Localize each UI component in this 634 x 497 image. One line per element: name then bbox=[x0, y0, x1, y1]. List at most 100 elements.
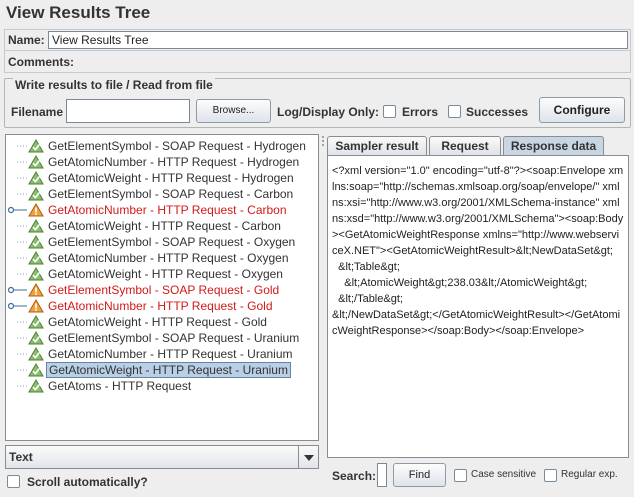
filename-input[interactable] bbox=[66, 99, 190, 123]
log-display-label: Log/Display Only: bbox=[277, 105, 380, 119]
tree-line-icon bbox=[7, 187, 27, 201]
tree-item[interactable]: GetAtomicNumber - HTTP Request - Carbon bbox=[6, 202, 316, 218]
success-check-icon bbox=[28, 267, 44, 281]
tree-item-label: GetElementSymbol - SOAP Request - Carbon bbox=[48, 187, 294, 201]
success-check-icon bbox=[28, 363, 44, 377]
tree-item-label: GetAtomicWeight - HTTP Request - Oxygen bbox=[48, 267, 283, 281]
tree-item[interactable]: GetElementSymbol - SOAP Request - Carbon bbox=[6, 186, 316, 202]
success-check-icon bbox=[28, 171, 44, 185]
window-title: View Results Tree bbox=[6, 3, 151, 22]
find-button[interactable]: Find bbox=[393, 463, 446, 487]
search-row: Search: Find Case sensitive Regular exp. bbox=[327, 461, 629, 491]
tree-item-label: GetAtomicWeight - HTTP Request - Hydroge… bbox=[48, 171, 294, 185]
tree-item[interactable]: GetAtomicNumber - HTTP Request - Hydroge… bbox=[6, 154, 316, 170]
tree-item-label: GetAtomicNumber - HTTP Request - Uranium bbox=[48, 347, 293, 361]
tree-line-icon bbox=[7, 171, 27, 185]
tree-item-label: GetAtomicNumber - HTTP Request - Oxygen bbox=[48, 251, 289, 265]
regular-exp-checkbox[interactable] bbox=[544, 469, 557, 482]
tree-line-icon bbox=[7, 331, 27, 345]
chevron-down-icon[interactable] bbox=[298, 446, 318, 468]
case-sensitive-checkbox[interactable] bbox=[454, 469, 467, 482]
tree-line-icon bbox=[7, 139, 27, 153]
errors-label[interactable]: Errors bbox=[402, 105, 438, 119]
success-check-icon bbox=[28, 219, 44, 233]
tree-item-label: GetAtomicNumber - HTTP Request - Carbon bbox=[48, 203, 287, 217]
tree-line-icon bbox=[7, 235, 27, 249]
case-sensitive-label[interactable]: Case sensitive bbox=[471, 469, 536, 480]
scroll-automatically-label[interactable]: Scroll automatically? bbox=[27, 475, 148, 489]
search-label: Search: bbox=[332, 469, 377, 483]
results-tree[interactable]: GetElementSymbol - SOAP Request - Hydrog… bbox=[5, 134, 319, 441]
tree-item[interactable]: GetElementSymbol - SOAP Request - Gold bbox=[6, 282, 316, 298]
tree-line-icon bbox=[7, 267, 27, 281]
successes-label[interactable]: Successes bbox=[466, 105, 528, 119]
tree-item-label: GetAtomicNumber - HTTP Request - Gold bbox=[48, 299, 273, 313]
tree-item[interactable]: GetAtomicNumber - HTTP Request - Uranium bbox=[6, 346, 316, 362]
tree-item[interactable]: GetAtoms - HTTP Request bbox=[6, 378, 316, 394]
success-check-icon bbox=[28, 187, 44, 201]
name-input[interactable] bbox=[48, 31, 628, 49]
tree-line-icon bbox=[7, 315, 27, 329]
success-check-icon bbox=[28, 251, 44, 265]
tree-line-icon bbox=[7, 219, 27, 233]
configure-button[interactable]: Configure bbox=[539, 97, 625, 123]
success-check-icon bbox=[28, 379, 44, 393]
expand-handle-icon[interactable] bbox=[7, 283, 27, 297]
tab-sampler-result[interactable]: Sampler result bbox=[327, 136, 427, 156]
name-row: Name: bbox=[4, 29, 631, 51]
renderer-select-value: Text bbox=[9, 450, 33, 464]
tree-item-label: GetAtomicWeight - HTTP Request - Carbon bbox=[48, 219, 281, 233]
tree-item[interactable]: GetAtomicNumber - HTTP Request - Oxygen bbox=[6, 250, 316, 266]
warning-icon bbox=[28, 299, 44, 313]
tree-item[interactable]: GetAtomicNumber - HTTP Request - Gold bbox=[6, 298, 316, 314]
scroll-automatically-checkbox[interactable] bbox=[7, 475, 20, 488]
tree-item-label: GetElementSymbol - SOAP Request - Hydrog… bbox=[48, 139, 306, 153]
browse-button[interactable]: Browse... bbox=[196, 99, 271, 123]
tree-item-label: GetElementSymbol - SOAP Request - Uraniu… bbox=[48, 331, 300, 345]
response-data-panel[interactable]: <?xml version="1.0" encoding="utf-8"?><s… bbox=[327, 155, 629, 458]
success-check-icon bbox=[28, 155, 44, 169]
renderer-select[interactable]: Text bbox=[5, 445, 319, 469]
search-input[interactable] bbox=[377, 463, 387, 487]
warning-icon bbox=[28, 203, 44, 217]
regular-exp-label[interactable]: Regular exp. bbox=[561, 469, 618, 480]
tree-item[interactable]: GetElementSymbol - SOAP Request - Oxygen bbox=[6, 234, 316, 250]
file-panel: Write results to file / Read from file F… bbox=[4, 78, 631, 128]
expand-handle-icon[interactable] bbox=[7, 299, 27, 313]
tree-item[interactable]: GetElementSymbol - SOAP Request - Hydrog… bbox=[6, 138, 316, 154]
tree-item-label: GetAtomicNumber - HTTP Request - Hydroge… bbox=[48, 155, 300, 169]
tree-item[interactable]: GetAtomicWeight - HTTP Request - Carbon bbox=[6, 218, 316, 234]
filename-label: Filename bbox=[11, 105, 64, 119]
comments-row: Comments: bbox=[4, 51, 631, 73]
warning-icon bbox=[28, 283, 44, 297]
success-check-icon bbox=[28, 331, 44, 345]
successes-checkbox[interactable] bbox=[448, 105, 461, 118]
tree-item[interactable]: GetAtomicWeight - HTTP Request - Oxygen bbox=[6, 266, 316, 282]
success-check-icon bbox=[28, 235, 44, 249]
tree-item-label: GetAtoms - HTTP Request bbox=[48, 379, 192, 393]
tree-line-icon bbox=[7, 347, 27, 361]
tab-response-data[interactable]: Response data bbox=[503, 136, 604, 156]
name-label: Name: bbox=[8, 33, 45, 47]
tab-request[interactable]: Request bbox=[429, 136, 501, 156]
success-check-icon bbox=[28, 315, 44, 329]
tree-item-label: GetElementSymbol - SOAP Request - Gold bbox=[48, 283, 280, 297]
tree-item[interactable]: GetElementSymbol - SOAP Request - Uraniu… bbox=[6, 330, 316, 346]
success-check-icon bbox=[28, 347, 44, 361]
tree-item[interactable]: GetAtomicWeight - HTTP Request - Gold bbox=[6, 314, 316, 330]
comments-label: Comments: bbox=[8, 55, 75, 69]
errors-checkbox[interactable] bbox=[383, 105, 396, 118]
split-pane-divider[interactable] bbox=[321, 134, 325, 491]
tree-line-icon bbox=[7, 379, 27, 393]
tree-item-label: GetAtomicWeight - HTTP Request - Uranium bbox=[46, 362, 291, 378]
success-check-icon bbox=[28, 139, 44, 153]
tree-line-icon bbox=[7, 155, 27, 169]
tree-item[interactable]: GetAtomicWeight - HTTP Request - Uranium bbox=[6, 362, 316, 378]
tree-line-icon bbox=[7, 251, 27, 265]
file-panel-legend: Write results to file / Read from file bbox=[13, 78, 215, 92]
response-data-text[interactable]: <?xml version="1.0" encoding="utf-8"?><s… bbox=[332, 163, 624, 339]
tree-line-icon bbox=[7, 363, 27, 377]
tree-item[interactable]: GetAtomicWeight - HTTP Request - Hydroge… bbox=[6, 170, 316, 186]
tree-item-label: GetAtomicWeight - HTTP Request - Gold bbox=[48, 315, 267, 329]
expand-handle-icon[interactable] bbox=[7, 203, 27, 217]
